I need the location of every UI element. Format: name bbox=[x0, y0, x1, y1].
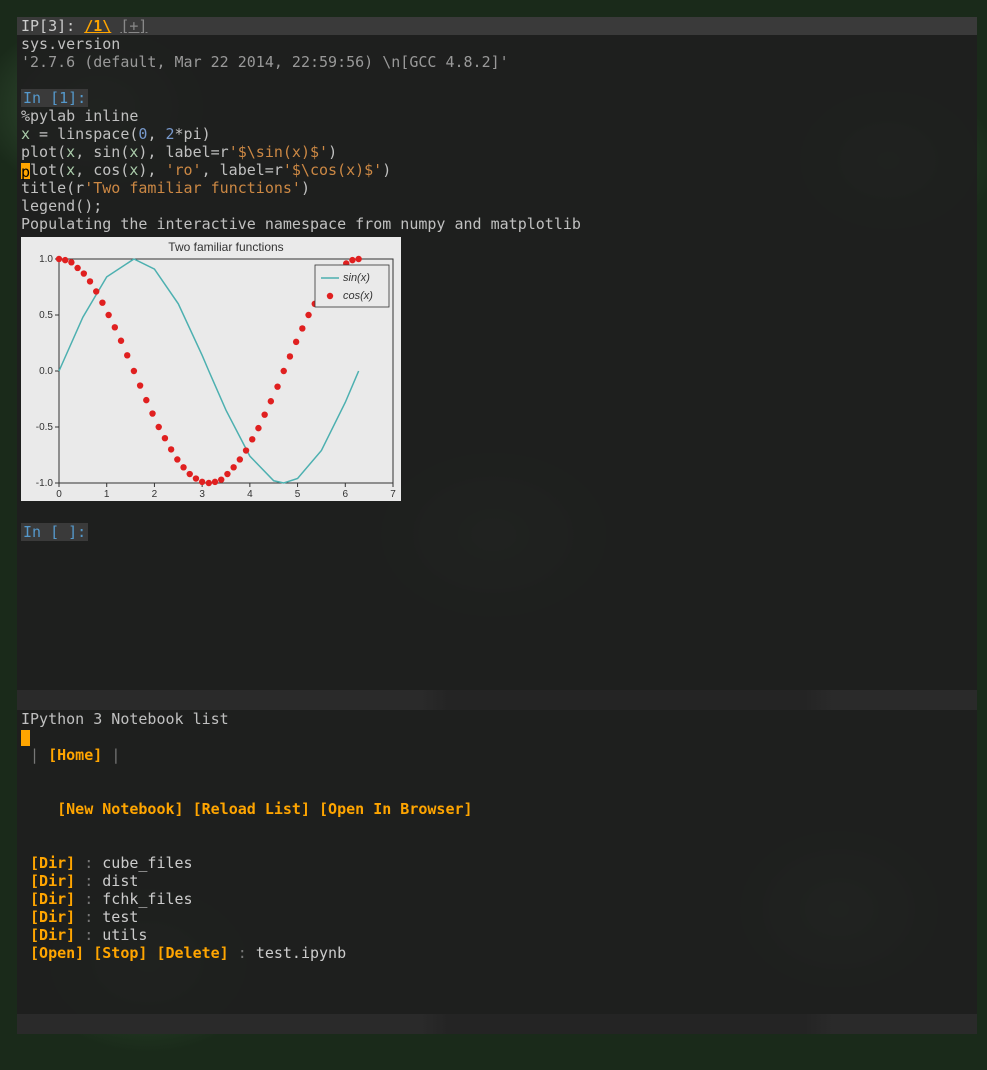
dir-link[interactable]: [Dir] bbox=[30, 926, 75, 944]
code-line-title[interactable]: title(r'Two familiar functions') bbox=[17, 179, 977, 197]
open-in-browser-button[interactable]: [Open In Browser] bbox=[319, 800, 473, 818]
blank-line-3 bbox=[17, 764, 977, 782]
modeline-top: 2 1 - 331 *ein: 8888/test.ipynb* ein:ml1… bbox=[17, 690, 977, 710]
svg-text:1: 1 bbox=[104, 489, 110, 500]
populating-output: Populating the interactive namespace fro… bbox=[17, 215, 977, 233]
version-output: '2.7.6 (default, Mar 22 2014, 22:59:56) … bbox=[17, 53, 977, 71]
svg-text:1.0: 1.0 bbox=[39, 254, 53, 265]
dir-name[interactable]: utils bbox=[102, 926, 147, 944]
svg-text:0.5: 0.5 bbox=[39, 310, 53, 321]
code-output-line: sys.version bbox=[17, 35, 977, 53]
dir-row: [Dir] : utils bbox=[17, 926, 977, 944]
dir-link[interactable]: [Dir] bbox=[30, 890, 75, 908]
svg-text:4: 4 bbox=[247, 489, 253, 500]
tab-1[interactable]: /1\ bbox=[84, 17, 111, 35]
dir-row: [Dir] : fchk_files bbox=[17, 890, 977, 908]
cell-prompt-1: In [1]: bbox=[17, 89, 977, 107]
notebook-name[interactable]: test.ipynb bbox=[256, 944, 346, 962]
dir-row: [Dir] : dist bbox=[17, 872, 977, 890]
cursor-line bbox=[17, 728, 977, 746]
new-notebook-button[interactable]: [New Notebook] bbox=[57, 800, 183, 818]
svg-text:Two familiar functions: Two familiar functions bbox=[168, 240, 283, 254]
svg-text:7: 7 bbox=[390, 489, 396, 500]
svg-text:0.0: 0.0 bbox=[39, 366, 53, 377]
svg-text:-1.0: -1.0 bbox=[36, 478, 54, 489]
dir-row: [Dir] : test bbox=[17, 908, 977, 926]
svg-text:0: 0 bbox=[56, 489, 62, 500]
blank-line bbox=[17, 71, 977, 89]
delete-button[interactable]: [Delete] bbox=[156, 944, 228, 962]
svg-text:5: 5 bbox=[295, 489, 301, 500]
dir-row: [Dir] : cube_files bbox=[17, 854, 977, 872]
code-line-plot-cos[interactable]: plot(x, cos(x), 'ro', label=r'$\cos(x)$'… bbox=[17, 161, 977, 179]
stop-button[interactable]: [Stop] bbox=[93, 944, 147, 962]
notebook-row: [Open] [Stop] [Delete] : test.ipynb bbox=[17, 944, 977, 962]
cell-prompt-empty[interactable]: In [ ]: bbox=[17, 523, 977, 541]
dir-link[interactable]: [Dir] bbox=[30, 854, 75, 872]
code-line-linspace[interactable]: x = linspace(0, 2*pi) bbox=[17, 125, 977, 143]
svg-text:2: 2 bbox=[152, 489, 158, 500]
modeline-bottom: 2 2 * 212 *ein:notebooklist 8888* ein:no… bbox=[17, 1014, 977, 1034]
kernel-tab-bar: IP[3]: /1\ [+] bbox=[17, 17, 977, 35]
action-row: [New Notebook] [Reload List] [Open In Br… bbox=[17, 782, 977, 836]
cursor: p bbox=[21, 163, 30, 179]
reload-list-button[interactable]: [Reload List] bbox=[193, 800, 310, 818]
blank-line-2 bbox=[17, 505, 977, 523]
svg-text:6: 6 bbox=[343, 489, 349, 500]
matplotlib-plot: Two familiar functions 0 1 2 3 4 5 6 7 -1.0 -0.5 0.… bbox=[21, 237, 401, 501]
dir-link[interactable]: [Dir] bbox=[30, 908, 75, 926]
code-line-legend[interactable]: legend(); bbox=[17, 197, 977, 215]
svg-text:sin(x): sin(x) bbox=[343, 272, 370, 284]
home-link[interactable]: [Home] bbox=[48, 746, 102, 764]
notebook-editor-pane[interactable]: IP[3]: /1\ [+] sys.version '2.7.6 (defau… bbox=[17, 17, 977, 690]
dir-name[interactable]: fchk_files bbox=[102, 890, 192, 908]
code-line-magic[interactable]: %pylab inline bbox=[17, 107, 977, 125]
dir-link[interactable]: [Dir] bbox=[30, 872, 75, 890]
svg-text:-0.5: -0.5 bbox=[36, 422, 54, 433]
breadcrumb: | [Home] | bbox=[17, 746, 977, 764]
dir-name[interactable]: dist bbox=[102, 872, 138, 890]
kernel-prefix: IP[3]: bbox=[21, 17, 84, 35]
svg-text:3: 3 bbox=[199, 489, 205, 500]
open-button[interactable]: [Open] bbox=[30, 944, 84, 962]
svg-text:cos(x): cos(x) bbox=[343, 290, 373, 302]
dir-name[interactable]: test bbox=[102, 908, 138, 926]
nblist-title: IPython 3 Notebook list bbox=[17, 710, 977, 728]
tab-add[interactable]: [+] bbox=[120, 17, 147, 35]
dir-name[interactable]: cube_files bbox=[102, 854, 192, 872]
notebooklist-pane[interactable]: IPython 3 Notebook list | [Home] | [New … bbox=[17, 710, 977, 1014]
code-line-plot-sin[interactable]: plot(x, sin(x), label=r'$\sin(x)$') bbox=[17, 143, 977, 161]
plot-svg: Two familiar functions 0 1 2 3 4 5 6 7 -1.0 -0.5 0.… bbox=[21, 237, 401, 501]
blank-line-4 bbox=[17, 836, 977, 854]
